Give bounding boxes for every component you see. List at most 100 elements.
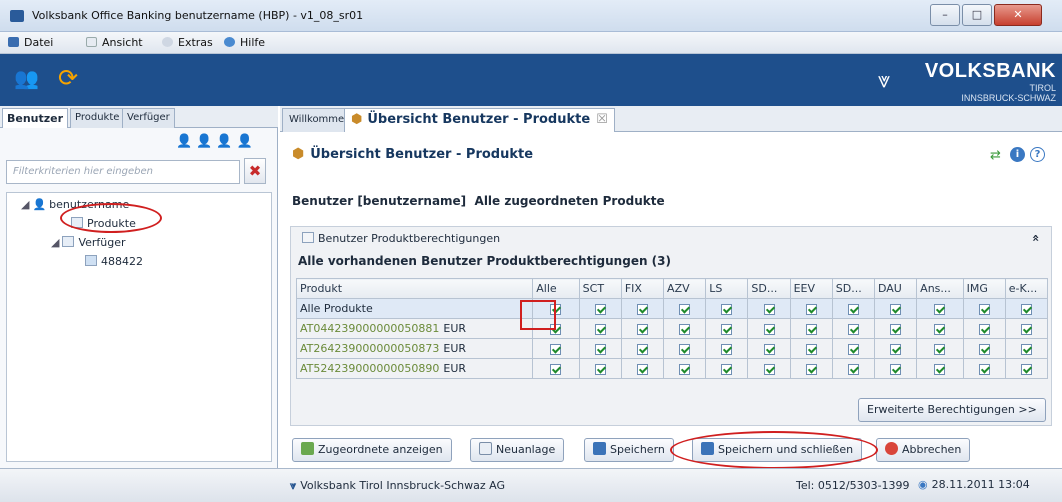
cancel-button[interactable]: Abbrechen xyxy=(876,438,971,462)
info-icon[interactable]: i xyxy=(1010,147,1025,162)
permission-checkbox[interactable] xyxy=(721,323,733,335)
permission-checkbox[interactable] xyxy=(550,363,562,375)
permission-checkbox[interactable] xyxy=(890,363,902,375)
permission-checkbox[interactable] xyxy=(847,303,859,315)
clear-filter-button[interactable]: ✖ xyxy=(244,158,266,184)
permission-checkbox[interactable] xyxy=(636,303,648,315)
permission-cell xyxy=(962,318,1006,339)
permission-checkbox[interactable] xyxy=(594,303,606,315)
maximize-button[interactable]: □ xyxy=(962,4,992,26)
permission-checkbox[interactable] xyxy=(934,343,946,355)
permission-checkbox[interactable] xyxy=(847,323,859,335)
table-row[interactable]: Alle Produkte xyxy=(295,298,1049,319)
permission-checkbox[interactable] xyxy=(721,343,733,355)
permission-checkbox[interactable] xyxy=(636,363,648,375)
permission-checkbox[interactable] xyxy=(805,343,817,355)
permission-checkbox[interactable] xyxy=(550,343,562,355)
permission-checkbox[interactable] xyxy=(679,363,691,375)
menu-hilfe[interactable]: Hilfe xyxy=(224,36,265,49)
section-icon xyxy=(302,232,314,243)
permission-checkbox[interactable] xyxy=(847,343,859,355)
col-header[interactable]: Ans... xyxy=(916,278,964,299)
table-row[interactable]: AT044239000000050881 EUR xyxy=(295,318,1049,339)
section-header[interactable]: Benutzer Produktberechtigungen xyxy=(302,232,500,245)
permission-checkbox[interactable] xyxy=(763,343,775,355)
table-row[interactable]: AT264239000000050873 EUR xyxy=(295,338,1049,359)
save-button[interactable]: Speichern xyxy=(584,438,674,462)
button-label: Abbrechen xyxy=(902,443,962,456)
col-header[interactable]: LS xyxy=(705,278,749,299)
tree-node-488422[interactable]: 488422 xyxy=(85,255,143,268)
col-header[interactable]: e-K... xyxy=(1004,278,1049,299)
permission-checkbox[interactable] xyxy=(934,303,946,315)
user-action-icons[interactable]: 👤👤👤👤 xyxy=(176,134,268,152)
permission-checkbox[interactable] xyxy=(847,363,859,375)
tree-node-verfueger[interactable]: ◢ Verfüger xyxy=(51,236,126,249)
permission-checkbox[interactable] xyxy=(978,363,990,375)
filter-input[interactable]: Filterkriterien hier eingeben xyxy=(6,160,240,184)
tab-uebersicht[interactable]: ⬢ Übersicht Benutzer - Produkte ☒ xyxy=(344,108,615,132)
col-header[interactable]: Alle xyxy=(532,278,580,299)
minimize-button[interactable]: – xyxy=(930,4,960,26)
permission-checkbox[interactable] xyxy=(594,343,606,355)
col-header[interactable]: IMG xyxy=(962,278,1006,299)
permission-checkbox[interactable] xyxy=(805,363,817,375)
permission-checkbox[interactable] xyxy=(679,323,691,335)
col-header[interactable]: SD... xyxy=(831,278,875,299)
permission-checkbox[interactable] xyxy=(763,363,775,375)
new-icon xyxy=(479,442,492,455)
close-tab-icon[interactable]: ☒ xyxy=(596,112,608,127)
permission-checkbox[interactable] xyxy=(805,303,817,315)
permission-checkbox[interactable] xyxy=(890,323,902,335)
col-header[interactable]: DAU xyxy=(873,278,918,299)
permission-checkbox[interactable] xyxy=(721,303,733,315)
col-header[interactable]: AZV xyxy=(663,278,707,299)
show-assigned-button[interactable]: Zugeordnete anzeigen xyxy=(292,438,452,462)
permission-checkbox[interactable] xyxy=(978,343,990,355)
permission-checkbox[interactable] xyxy=(594,323,606,335)
permission-cell xyxy=(789,338,833,359)
extended-permissions-button[interactable]: Erweiterte Berechtigungen >> xyxy=(858,398,1046,422)
status-date: ◉ 28.11.2011 13:04 xyxy=(918,478,1030,491)
permission-checkbox[interactable] xyxy=(679,303,691,315)
permission-checkbox[interactable] xyxy=(594,363,606,375)
help-icon[interactable]: ? xyxy=(1030,147,1045,162)
permission-checkbox[interactable] xyxy=(1020,363,1032,375)
tab-benutzer[interactable]: Benutzer xyxy=(2,108,69,129)
users-icon[interactable]: 👥 xyxy=(14,66,40,92)
tab-verfueger[interactable]: Verfüger xyxy=(122,108,175,128)
menu-datei[interactable]: Datei xyxy=(8,36,53,49)
col-header[interactable]: Produkt xyxy=(295,278,534,299)
sync-icon[interactable]: ⇄ xyxy=(990,148,1001,163)
datei-icon xyxy=(8,37,19,47)
permission-checkbox[interactable] xyxy=(890,343,902,355)
permission-checkbox[interactable] xyxy=(763,303,775,315)
table-row[interactable]: AT524239000000050890 EUR xyxy=(295,358,1049,379)
permission-checkbox[interactable] xyxy=(1020,343,1032,355)
permission-checkbox[interactable] xyxy=(1020,303,1032,315)
permission-checkbox[interactable] xyxy=(636,343,648,355)
new-button[interactable]: Neuanlage xyxy=(470,438,565,462)
permission-checkbox[interactable] xyxy=(890,303,902,315)
refresh-icon[interactable]: ⟳ xyxy=(58,64,94,94)
permission-checkbox[interactable] xyxy=(805,323,817,335)
permission-checkbox[interactable] xyxy=(1020,323,1032,335)
col-header[interactable]: FIX xyxy=(620,278,665,299)
close-window-button[interactable]: ✕ xyxy=(994,4,1042,26)
permission-cell xyxy=(620,298,665,319)
tab-produkte[interactable]: Produkte xyxy=(70,108,125,128)
collapse-icon[interactable]: « xyxy=(1029,234,1043,242)
permission-checkbox[interactable] xyxy=(636,323,648,335)
permission-checkbox[interactable] xyxy=(934,363,946,375)
permission-checkbox[interactable] xyxy=(978,323,990,335)
menu-ansicht[interactable]: Ansicht xyxy=(86,36,143,49)
col-header[interactable]: SD... xyxy=(747,278,791,299)
menu-extras[interactable]: Extras xyxy=(162,36,213,49)
permission-checkbox[interactable] xyxy=(934,323,946,335)
permission-checkbox[interactable] xyxy=(978,303,990,315)
permission-checkbox[interactable] xyxy=(763,323,775,335)
col-header[interactable]: SCT xyxy=(578,278,622,299)
col-header[interactable]: EEV xyxy=(789,278,833,299)
permission-checkbox[interactable] xyxy=(679,343,691,355)
permission-checkbox[interactable] xyxy=(721,363,733,375)
